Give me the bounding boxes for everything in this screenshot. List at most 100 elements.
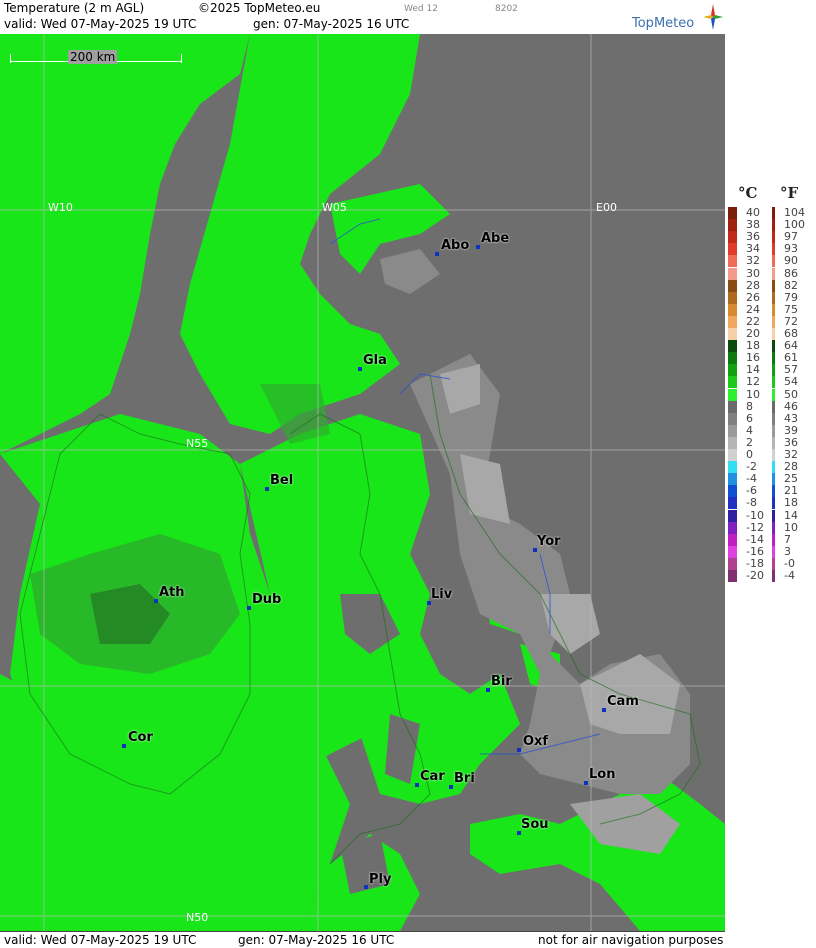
legend-swatch-c xyxy=(728,207,737,219)
city-label-sou[interactable]: Sou xyxy=(521,817,549,832)
city-marker xyxy=(154,599,158,603)
city-label-car[interactable]: Car xyxy=(420,769,445,784)
legend-swatch-c xyxy=(728,497,737,510)
legend-swatch-c xyxy=(728,267,737,280)
legend-label-fahrenheit: -4 xyxy=(784,569,795,582)
color-legend: °C °F 40 104 38 100 36 97 34 93 32 90 30 86 28 82 26 79… xyxy=(726,0,816,947)
city-label-ply[interactable]: Ply xyxy=(369,872,391,887)
legend-swatch-c xyxy=(728,340,737,353)
legend-swatch-f xyxy=(772,352,775,365)
legend-swatch-f xyxy=(772,207,775,219)
footer-generated-time: gen: 07-May-2025 16 UTC xyxy=(238,933,395,947)
legend-swatch-f xyxy=(772,533,775,546)
city-label-yor[interactable]: Yor xyxy=(537,534,561,549)
legend-swatch-f xyxy=(772,485,775,498)
grid-label-w05: W05 xyxy=(322,201,347,214)
legend-swatch-c xyxy=(728,424,737,437)
legend-label-fahrenheit: 54 xyxy=(784,375,798,389)
city-label-cam[interactable]: Cam xyxy=(607,694,639,709)
city-label-liv[interactable]: Liv xyxy=(431,587,452,602)
legend-swatch-c xyxy=(728,533,737,546)
city-marker xyxy=(476,245,480,249)
footer-bar: valid: Wed 07-May-2025 19 UTC gen: 07-Ma… xyxy=(0,931,725,948)
legend-swatch-c xyxy=(728,521,737,534)
legend-label-fahrenheit: 46 xyxy=(784,399,798,413)
legend-swatch-f xyxy=(772,243,775,256)
legend-label-celsius: -20 xyxy=(746,569,764,582)
generated-time: gen: 07-May-2025 16 UTC xyxy=(253,17,410,31)
legend-swatch-f xyxy=(772,461,775,474)
city-marker xyxy=(435,252,439,256)
legend-label-fahrenheit: 75 xyxy=(784,302,798,316)
city-label-bri[interactable]: Bri xyxy=(454,771,475,786)
city-marker xyxy=(364,885,368,889)
legend-swatch-f xyxy=(772,521,775,534)
legend-swatch-c xyxy=(728,255,737,268)
city-label-gla[interactable]: Gla xyxy=(363,353,387,368)
legend-label-celsius: 32 xyxy=(746,254,760,268)
city-marker xyxy=(486,688,490,692)
legend-swatch-f xyxy=(772,509,775,522)
city-label-ath[interactable]: Ath xyxy=(159,585,185,600)
city-label-lon[interactable]: Lon xyxy=(589,767,615,782)
legend-swatch-c xyxy=(728,279,737,292)
city-label-dub[interactable]: Dub xyxy=(252,592,281,607)
legend-swatch-c xyxy=(728,291,737,304)
city-label-bir[interactable]: Bir xyxy=(491,674,512,689)
legend-label-fahrenheit: 39 xyxy=(784,423,798,437)
legend-swatch-f xyxy=(772,255,775,268)
legend-swatch-c xyxy=(728,473,737,486)
legend-swatch-c xyxy=(728,219,737,232)
legend-swatch-f xyxy=(772,279,775,292)
grid-label-n55: N55 xyxy=(186,437,209,450)
legend-swatch-f xyxy=(772,267,775,280)
city-label-cor[interactable]: Cor xyxy=(128,730,153,745)
legend-label-fahrenheit: 10 xyxy=(784,520,798,534)
legend-swatch-c xyxy=(728,557,737,570)
legend-swatch-f xyxy=(772,291,775,304)
legend-swatch-c xyxy=(728,328,737,340)
city-marker xyxy=(358,367,362,371)
run-label: Wed 12 xyxy=(404,4,438,14)
legend-label-celsius: 4 xyxy=(746,423,753,437)
legend-label-celsius: 30 xyxy=(746,266,760,280)
legend-label-celsius: 24 xyxy=(746,302,760,316)
city-label-bel[interactable]: Bel xyxy=(270,473,293,488)
product-code: 8202 xyxy=(495,4,518,14)
legend-label-fahrenheit: 79 xyxy=(784,290,798,304)
legend-swatch-f xyxy=(772,570,775,582)
legend-swatch-f xyxy=(772,412,775,425)
header-bar: Temperature (2 m AGL) ©2025 TopMeteo.eu … xyxy=(0,0,725,35)
map-title: Temperature (2 m AGL) xyxy=(4,1,145,15)
footer-valid-time: valid: Wed 07-May-2025 19 UTC xyxy=(4,933,197,947)
legend-swatch-c xyxy=(728,364,737,377)
legend-label-celsius: 26 xyxy=(746,290,760,304)
legend-label-fahrenheit: 14 xyxy=(784,508,798,522)
temperature-map[interactable]: 200 km W10 W05 E00 N55 N50 Abo Abe Gla B… xyxy=(0,34,725,931)
legend-swatch-f xyxy=(772,557,775,570)
legend-swatch-c xyxy=(728,400,737,413)
grid-label-w10: W10 xyxy=(48,201,73,214)
scale-label: 200 km xyxy=(68,50,118,64)
legend-swatch-f xyxy=(772,340,775,353)
legend-label-celsius: -8 xyxy=(746,496,757,510)
city-label-abe[interactable]: Abe xyxy=(481,231,509,246)
legend-swatch-c xyxy=(728,570,737,582)
legend-label-celsius: 28 xyxy=(746,278,760,292)
legend-label-celsius: 10 xyxy=(746,387,760,401)
legend-label-fahrenheit: 90 xyxy=(784,254,798,268)
city-label-abo[interactable]: Abo xyxy=(441,238,469,253)
legend-label-celsius: -12 xyxy=(746,520,764,534)
legend-swatch-c xyxy=(728,545,737,558)
legend-label-celsius: -10 xyxy=(746,508,764,522)
topmeteo-logo[interactable]: TopMeteo xyxy=(632,2,724,32)
city-label-oxf[interactable]: Oxf xyxy=(523,734,548,749)
legend-label-fahrenheit: 3 xyxy=(784,544,791,558)
legend-swatch-c xyxy=(728,231,737,244)
copyright-text: ©2025 TopMeteo.eu xyxy=(198,1,321,15)
disclaimer-text: not for air navigation purposes xyxy=(538,933,724,947)
legend-swatch-c xyxy=(728,352,737,365)
legend-swatch-c xyxy=(728,243,737,256)
celsius-unit: °C xyxy=(738,184,758,202)
scale-bar: 200 km xyxy=(10,50,182,68)
